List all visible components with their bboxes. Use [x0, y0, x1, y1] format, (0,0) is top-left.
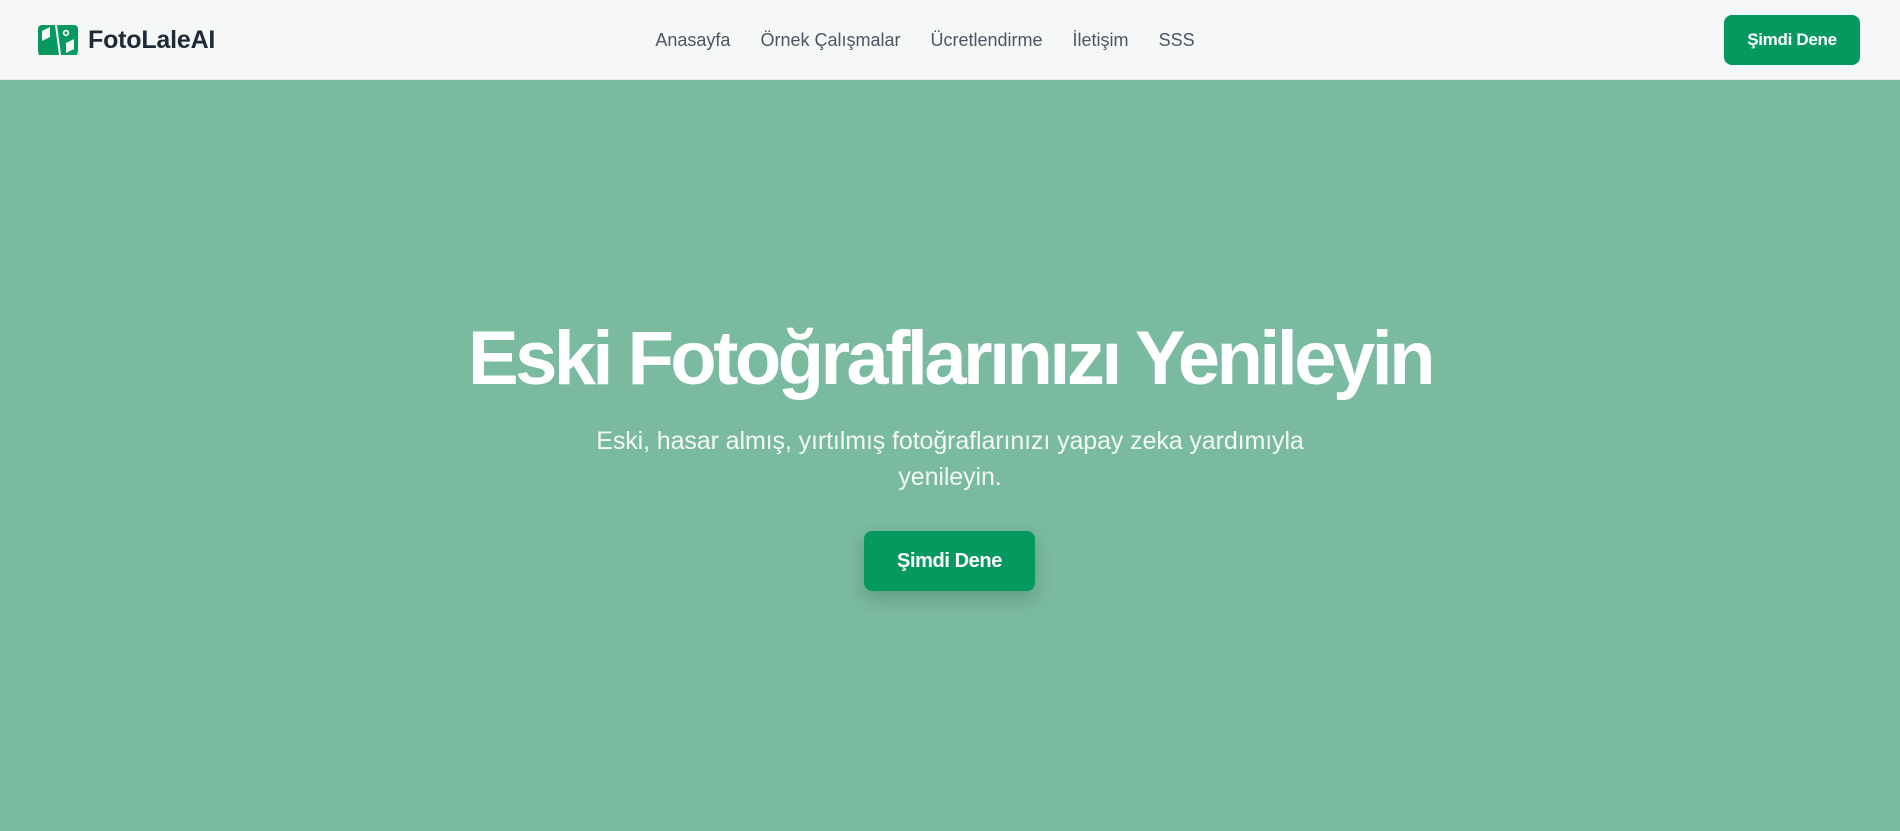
photo-restore-icon — [38, 25, 78, 55]
hero-title: Eski Fotoğraflarınızı Yenileyin — [468, 316, 1436, 401]
nav-link-sss[interactable]: SSS — [1159, 30, 1195, 51]
brand-name: FotoLaleAI — [88, 25, 216, 54]
hero-subtitle: Eski, hasar almış, yırtılmış fotoğraflar… — [596, 427, 1304, 491]
nav-link-iletisim[interactable]: İletişim — [1073, 30, 1129, 51]
nav-link-ornek-calismalar[interactable]: Örnek Çalışmalar — [760, 30, 900, 51]
brand-link[interactable]: FotoLaleAI — [38, 24, 215, 56]
hero-section: Eski Fotoğraflarınızı Yenileyin Eski, ha… — [0, 81, 1900, 831]
nav-link-anasayfa[interactable]: Anasayfa — [655, 30, 730, 51]
try-now-button-hero[interactable]: Şimdi Dene — [864, 531, 1035, 591]
try-now-button-header[interactable]: Şimdi Dene — [1724, 15, 1860, 65]
nav-link-ucretlendirme[interactable]: Ücretlendirme — [931, 30, 1043, 51]
navbar: FotoLaleAI Anasayfa Örnek Çalışmalar Ücr… — [0, 0, 1900, 80]
main-nav: Anasayfa Örnek Çalışmalar Ücretlendirme … — [0, 0, 1900, 80]
